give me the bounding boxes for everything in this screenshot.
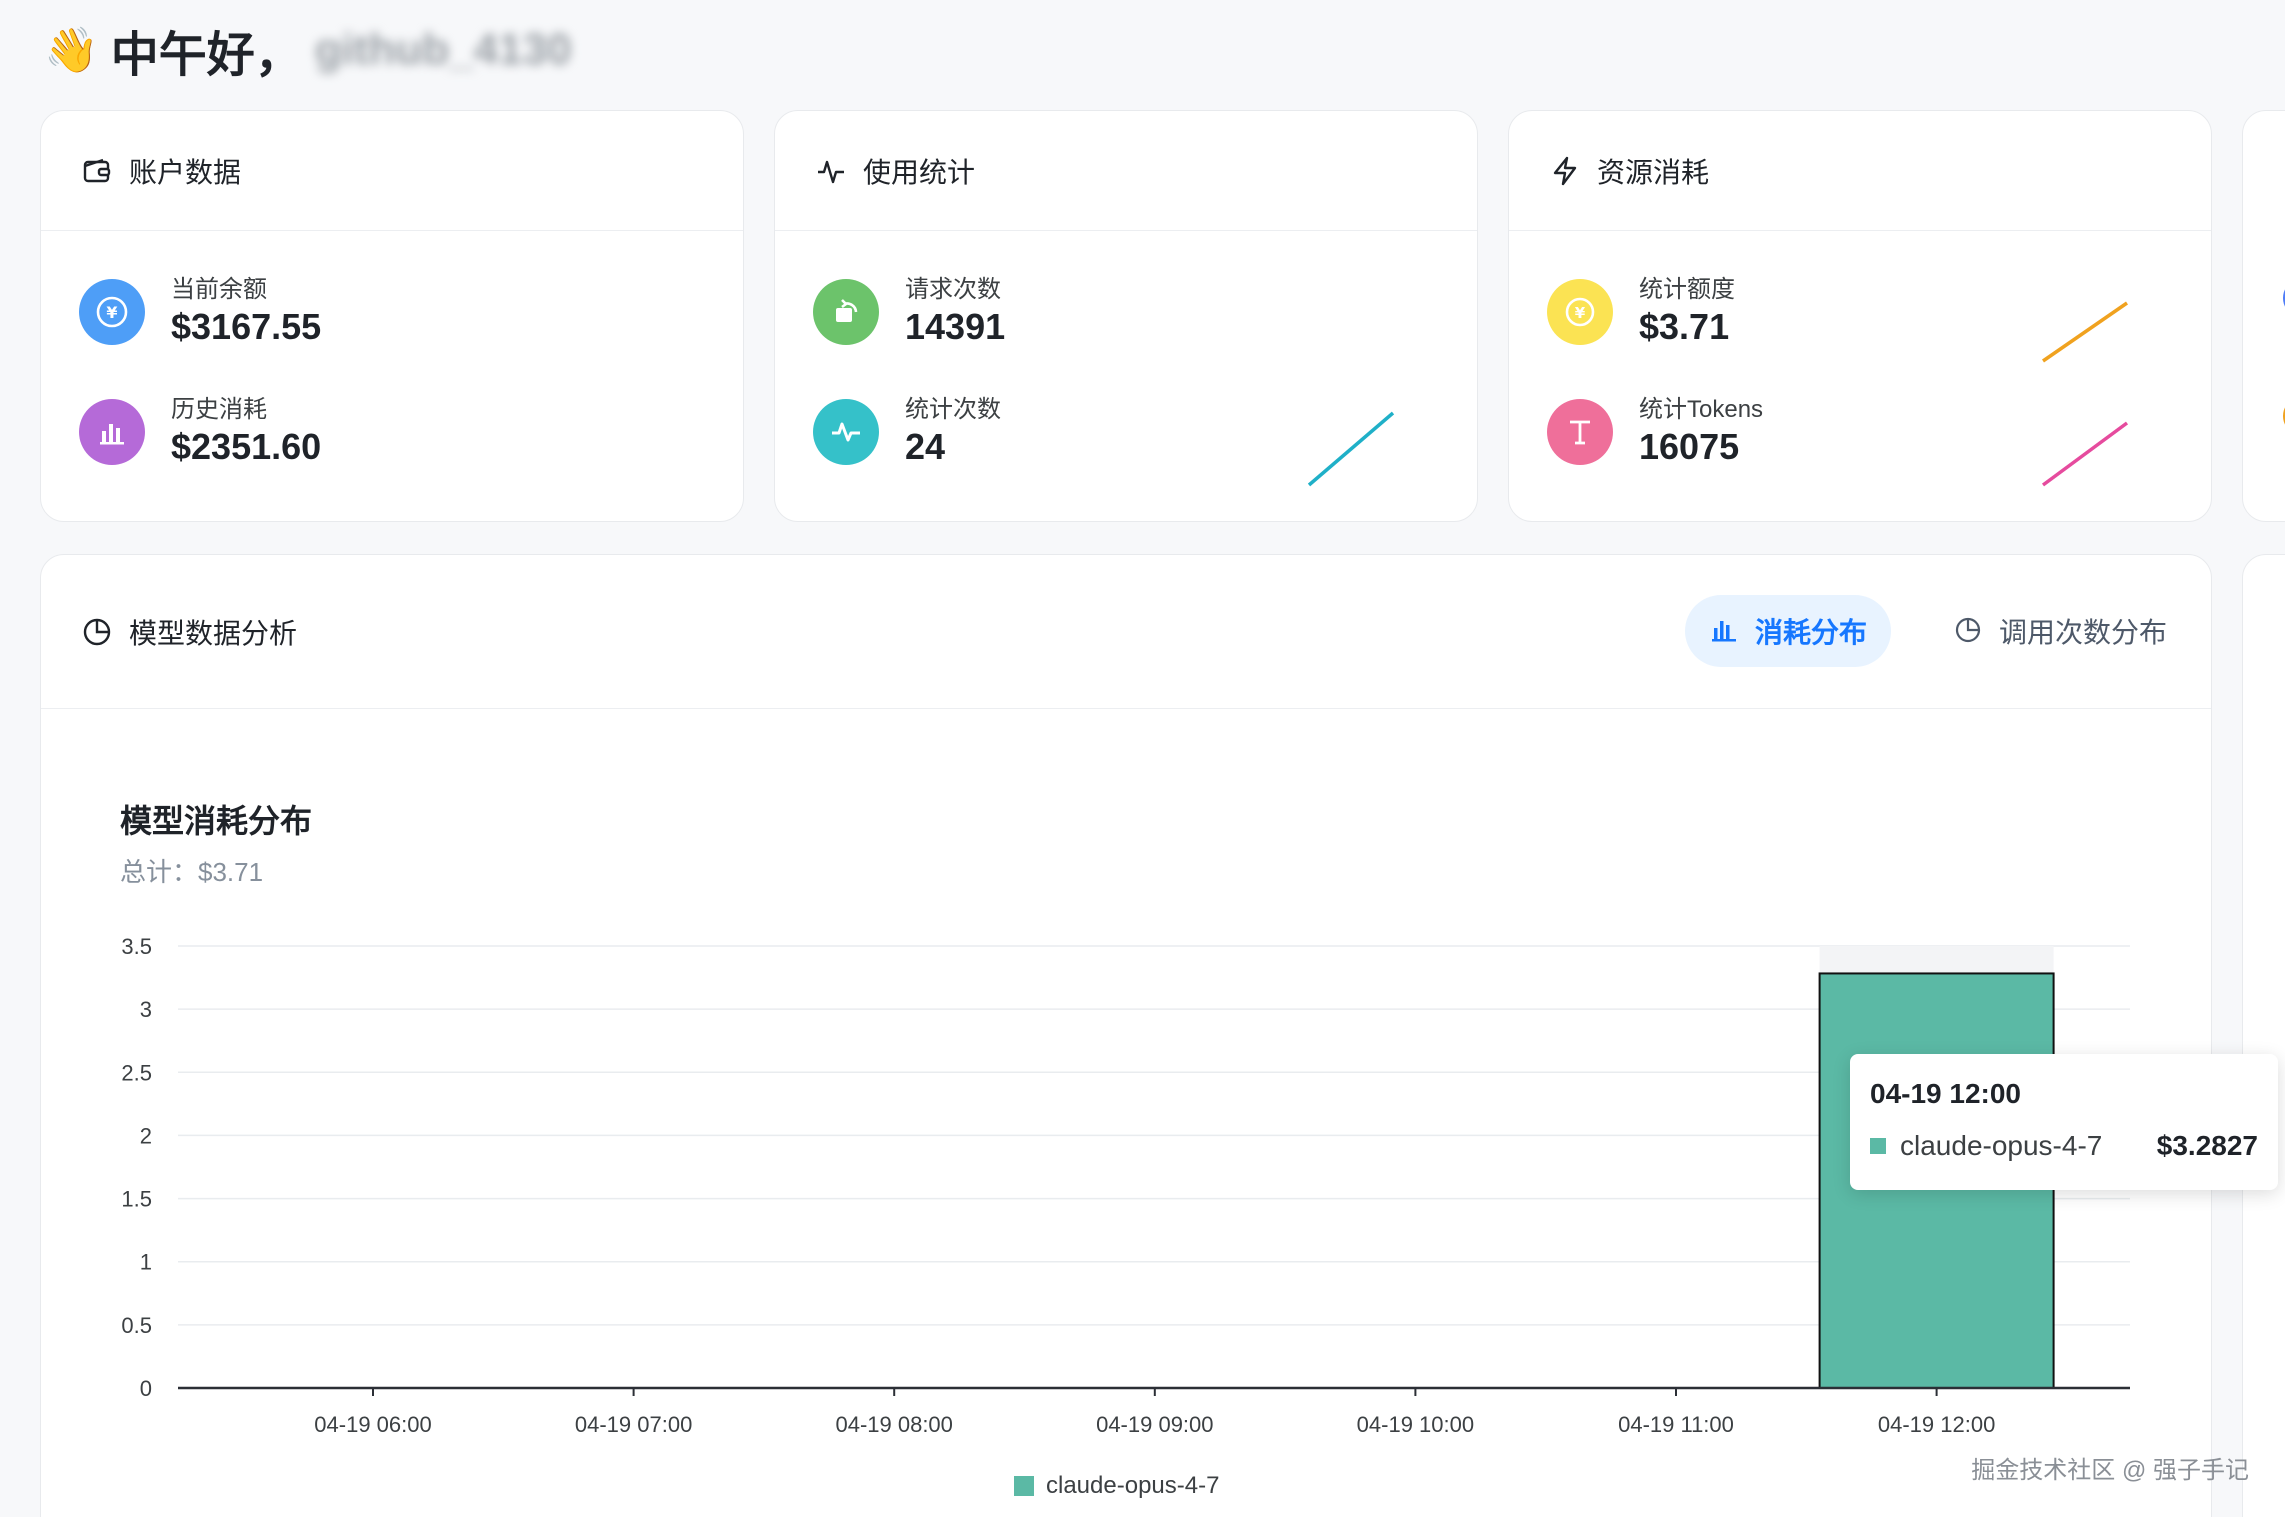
consumption-bar-chart: 0 0.5 1 1.5 2 2.5 3 3.5 04-19 06:00 04-19 07:00 04… (121, 934, 2130, 1437)
tooltip-title: 04-19 12:00 (1870, 1078, 2022, 1109)
y-tick-label: 0 (140, 1376, 152, 1401)
tooltip-swatch (1870, 1138, 1886, 1154)
y-tick-label: 2 (140, 1123, 152, 1148)
chart-tooltip: 04-19 12:00 claude-opus-4-7 $3.2827 (1850, 1054, 2278, 1190)
x-tick-label: 04-19 11:00 (1618, 1412, 1734, 1437)
tooltip-row: claude-opus-4-7 $3.2827 (1870, 1130, 2258, 1162)
x-tick-label: 04-19 12:00 (1878, 1412, 1995, 1437)
y-tick-label: 2.5 (121, 1060, 152, 1085)
legend-label: claude-opus-4-7 (1046, 1472, 1220, 1499)
y-tick-label: 1.5 (121, 1187, 152, 1212)
x-tick-label: 04-19 06:00 (314, 1412, 431, 1437)
watermark: 掘金技术社区 @ 强子手记 (1971, 1457, 2249, 1484)
chart-legend[interactable]: claude-opus-4-7 (1014, 1472, 1219, 1500)
tooltip-series: claude-opus-4-7 (1900, 1130, 2103, 1161)
x-tick-label: 04-19 09:00 (1096, 1412, 1213, 1437)
legend-swatch (1014, 1476, 1034, 1496)
y-tick-label: 3.5 (121, 934, 152, 959)
y-tick-label: 0.5 (121, 1313, 152, 1338)
x-tick-label: 04-19 08:00 (835, 1412, 952, 1437)
x-tick-label: 04-19 10:00 (1357, 1412, 1474, 1437)
y-tick-label: 1 (140, 1250, 152, 1275)
x-tick-label: 04-19 07:00 (575, 1412, 692, 1437)
y-tick-label: 3 (140, 997, 152, 1022)
tooltip-value: $3.2827 (2156, 1130, 2258, 1161)
